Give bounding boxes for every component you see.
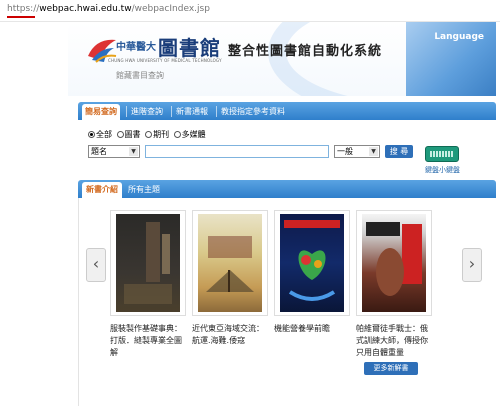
left-margin xyxy=(0,22,68,406)
tab-advanced-search[interactable]: 進階查詢 xyxy=(128,104,166,120)
match-mode-select[interactable]: 一般 ▼ xyxy=(334,145,380,158)
url-host: webpac.hwai.edu.tw xyxy=(39,4,132,14)
book-cover-image[interactable] xyxy=(280,214,344,312)
tab-divider xyxy=(171,106,172,117)
tab-divider xyxy=(126,106,127,117)
tab-all-subjects[interactable]: 所有主題 xyxy=(124,182,164,198)
more-new-books-button[interactable]: 更多新鮮書 xyxy=(364,362,418,375)
search-button[interactable]: 搜 尋 xyxy=(385,145,413,158)
tab-course-reserves[interactable]: 教授指定參考資料 xyxy=(218,104,288,120)
match-mode-value: 一般 xyxy=(337,147,353,156)
carousel-prev-button[interactable]: ‹ xyxy=(86,248,106,282)
book-card[interactable] xyxy=(356,210,432,316)
book-title[interactable]: 近代東亞海域交流：航運.海難.倭寇 xyxy=(192,323,268,347)
radio-journals[interactable]: 期刊 xyxy=(145,129,169,140)
radio-dot[interactable] xyxy=(116,131,124,138)
book-cover-image[interactable] xyxy=(116,214,180,312)
search-field-value: 題名 xyxy=(91,147,107,156)
material-type-radios: 全部 圖書 期刊 多媒體 xyxy=(88,129,208,140)
system-title: 整合性圖書館自動化系統 xyxy=(228,44,383,59)
book-card[interactable] xyxy=(274,210,350,316)
book-cover-image[interactable] xyxy=(362,214,426,312)
new-books-tab-bar: 新書介紹 所有主題 xyxy=(78,180,496,198)
radio-dot[interactable] xyxy=(145,131,153,138)
url-protocol-underline xyxy=(7,16,35,18)
right-margin xyxy=(496,22,500,406)
tab-simple-search[interactable]: 簡易查詢 xyxy=(82,104,120,120)
radio-books[interactable]: 圖書 xyxy=(116,129,141,140)
book-title[interactable]: 帕維爾徒手戰士：俄式訓練大師，傳授你只用自體重量 xyxy=(356,323,432,359)
browser-address-bar[interactable]: https://webpac.hwai.edu.tw/webpacIndex.j… xyxy=(0,0,500,22)
url-protocol: https:// xyxy=(7,4,40,14)
logo-english-name: CHUNG HWA UNIVERSITY OF MEDICAL TECHNOLO… xyxy=(108,58,222,63)
search-input[interactable] xyxy=(145,145,329,158)
logo-chinese-name: 中華醫大 xyxy=(116,42,156,53)
site-header: Language 中華醫大 圖書館 CHUNG HWA UNIVERSITY O… xyxy=(68,22,496,96)
book-cover-image[interactable] xyxy=(198,214,262,312)
book-title[interactable]: 機能營養學前瞻 xyxy=(274,323,350,335)
radio-multimedia[interactable]: 多媒體 xyxy=(173,129,206,140)
tab-divider xyxy=(216,106,217,117)
search-tab-bar: 簡易查詢 進階查詢 新書通報 教授指定參考資料 xyxy=(78,102,496,120)
book-cover-art xyxy=(284,220,340,301)
tab-new-books[interactable]: 新書通報 xyxy=(173,104,211,120)
book-cover-art xyxy=(366,222,422,296)
url-text[interactable]: https://webpac.hwai.edu.tw/webpacIndex.j… xyxy=(7,4,210,14)
url-path: /webpacIndex.jsp xyxy=(131,4,210,14)
tab-new-book-intro[interactable]: 新書介紹 xyxy=(82,182,122,198)
book-card[interactable] xyxy=(192,210,268,316)
search-field-select[interactable]: 題名 ▼ xyxy=(88,145,140,158)
page-subtitle: 館藏書目查詢 xyxy=(116,71,164,80)
radio-dot[interactable] xyxy=(173,131,181,138)
book-cover-art xyxy=(124,222,172,304)
language-link[interactable]: Language xyxy=(434,32,484,42)
library-webpac-page: https://webpac.hwai.edu.tw/webpacIndex.j… xyxy=(0,0,500,406)
logo-library-text: 圖書館 xyxy=(158,36,221,60)
book-cover-art xyxy=(206,236,254,292)
keyboard-icon[interactable] xyxy=(425,146,459,162)
main-content: 簡易查詢 進階查詢 新書通報 教授指定參考資料 全部 圖書 期刊 多媒體 題名 … xyxy=(68,96,496,406)
carousel-next-button[interactable]: › xyxy=(462,248,482,282)
book-card[interactable] xyxy=(110,210,186,316)
radio-dot[interactable] xyxy=(88,131,95,138)
book-title[interactable]: 服裝製作基礎事典：打版．縫製專業全圖解 xyxy=(110,323,186,359)
radio-all[interactable]: 全部 xyxy=(88,129,112,140)
chevron-down-icon[interactable]: ▼ xyxy=(129,147,138,156)
chevron-down-icon[interactable]: ▼ xyxy=(369,147,378,156)
keyboard-label[interactable]: 鍵盤小鍵盤 xyxy=(425,165,460,175)
